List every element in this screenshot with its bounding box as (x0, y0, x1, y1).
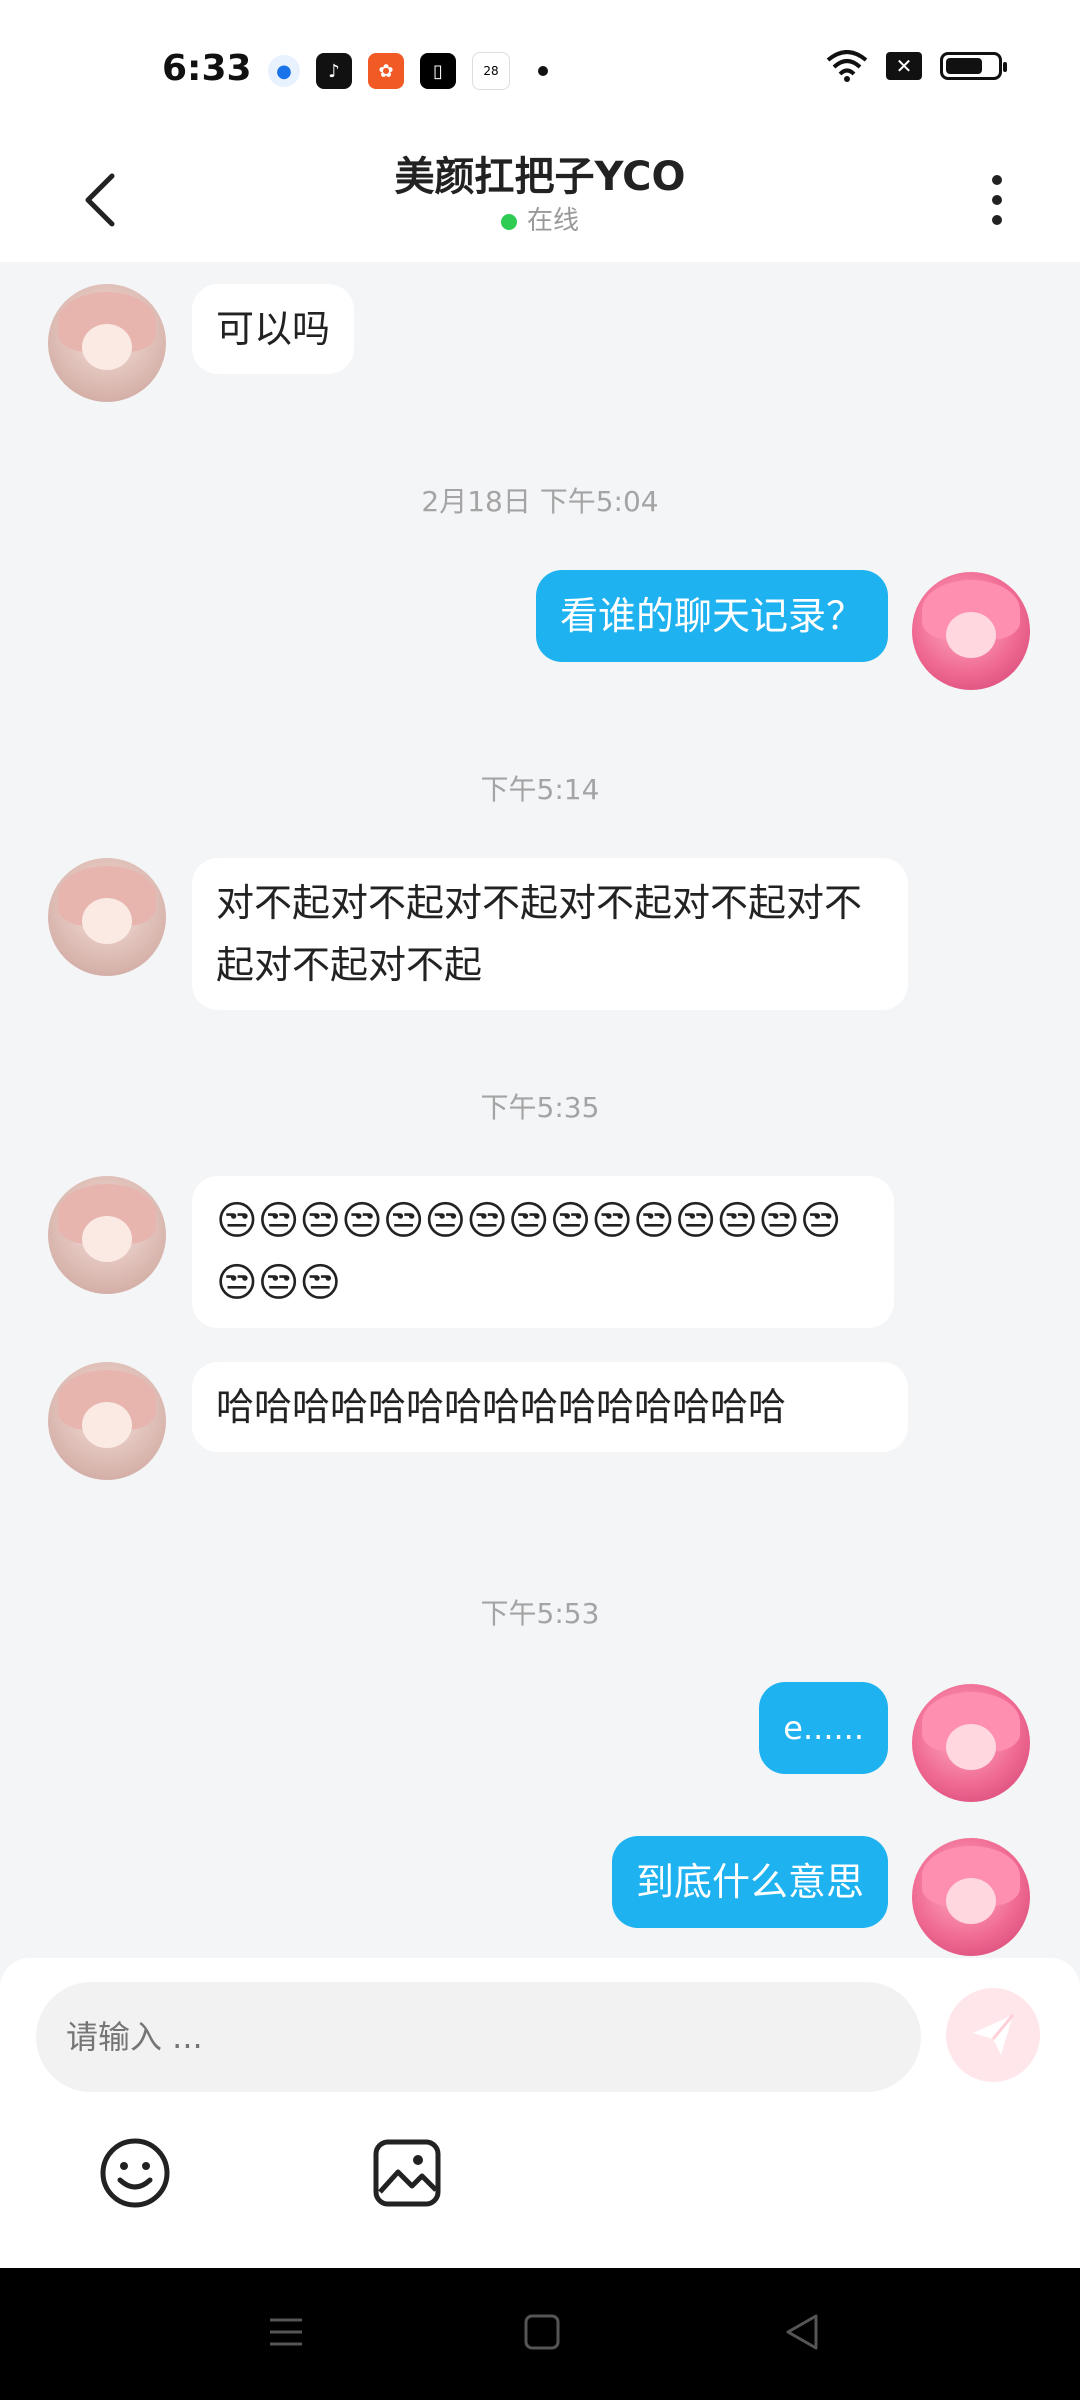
tiktok-icon: ♪ (316, 53, 352, 89)
contact-avatar[interactable] (48, 284, 166, 402)
contact-avatar[interactable] (48, 1362, 166, 1480)
contact-name: 美颜扛把子YCO (394, 154, 686, 200)
message-input[interactable] (36, 1982, 921, 2092)
message-bubble-received[interactable]: 可以吗 (192, 284, 355, 374)
send-button[interactable] (946, 1988, 1040, 2082)
black-app-icon: ▯ (420, 53, 456, 89)
emoji-button[interactable] (98, 2136, 172, 2210)
more-dot-icon (992, 175, 1002, 185)
wifi-icon (826, 50, 868, 82)
send-icon (973, 2014, 1015, 2055)
online-status: 在线 (0, 200, 1080, 237)
contact-avatar[interactable] (48, 1176, 166, 1294)
input-panel (0, 1958, 1080, 2268)
message-timestamp: 下午5:14 (480, 773, 600, 806)
menu-icon[interactable] (266, 2312, 306, 2356)
my-avatar[interactable] (912, 1684, 1030, 1802)
system-icons: ✕ (826, 50, 1007, 82)
more-options-button[interactable] (972, 160, 1022, 240)
message-timestamp: 2月18日 下午5:04 (421, 485, 659, 518)
home-icon[interactable] (522, 2312, 562, 2356)
blue-circle-app-icon: ● (268, 55, 300, 87)
battery-icon (940, 52, 1007, 80)
message-bubble-received[interactable]: 对不起对不起对不起对不起对不起对不起对不起对不起 (192, 858, 908, 1010)
orange-app-icon: ✿ (368, 53, 404, 89)
status-time: 6:33 (162, 48, 252, 89)
more-notifications-dot (538, 66, 548, 76)
message-list[interactable]: 可以吗 2月18日 下午5:04 看谁的聊天记录？ 下午5:14 对不起对不起对… (0, 262, 1080, 1962)
message-bubble-received[interactable]: 哈哈哈哈哈哈哈哈哈哈哈哈哈哈哈 (192, 1362, 908, 1452)
my-avatar[interactable] (912, 1838, 1030, 1956)
message-bubble-sent[interactable]: 看谁的聊天记录？ (535, 570, 888, 662)
more-dot-icon (992, 195, 1002, 205)
system-nav-bar (0, 2268, 1080, 2400)
calendar-icon: 28 (472, 52, 510, 90)
message-timestamp: 下午5:35 (480, 1091, 600, 1124)
message-timestamp: 下午5:53 (480, 1597, 600, 1630)
online-dot-icon (500, 213, 517, 230)
chat-header: 美颜扛把子YCO 在线 (0, 140, 1080, 262)
x-box-icon: ✕ (886, 52, 922, 80)
image-icon (373, 2139, 441, 2207)
online-status-text: 在线 (526, 206, 579, 236)
message-bubble-received[interactable]: 😒😒😒😒😒😒😒😒😒😒😒😒😒😒😒😒😒😒 (192, 1176, 894, 1328)
message-bubble-sent[interactable]: e...... (759, 1682, 888, 1774)
image-button[interactable] (370, 2136, 444, 2210)
status-bar: 6:33 ● ♪ ✿ ▯ 28 ✕ (0, 0, 1080, 140)
more-dot-icon (992, 215, 1002, 225)
contact-avatar[interactable] (48, 858, 166, 976)
my-avatar[interactable] (912, 572, 1030, 690)
back-nav-icon[interactable] (782, 2312, 822, 2356)
notification-icons: ● ♪ ✿ ▯ 28 (268, 52, 548, 90)
message-bubble-sent[interactable]: 到底什么意思 (611, 1836, 888, 1928)
smiley-icon (100, 2138, 170, 2208)
